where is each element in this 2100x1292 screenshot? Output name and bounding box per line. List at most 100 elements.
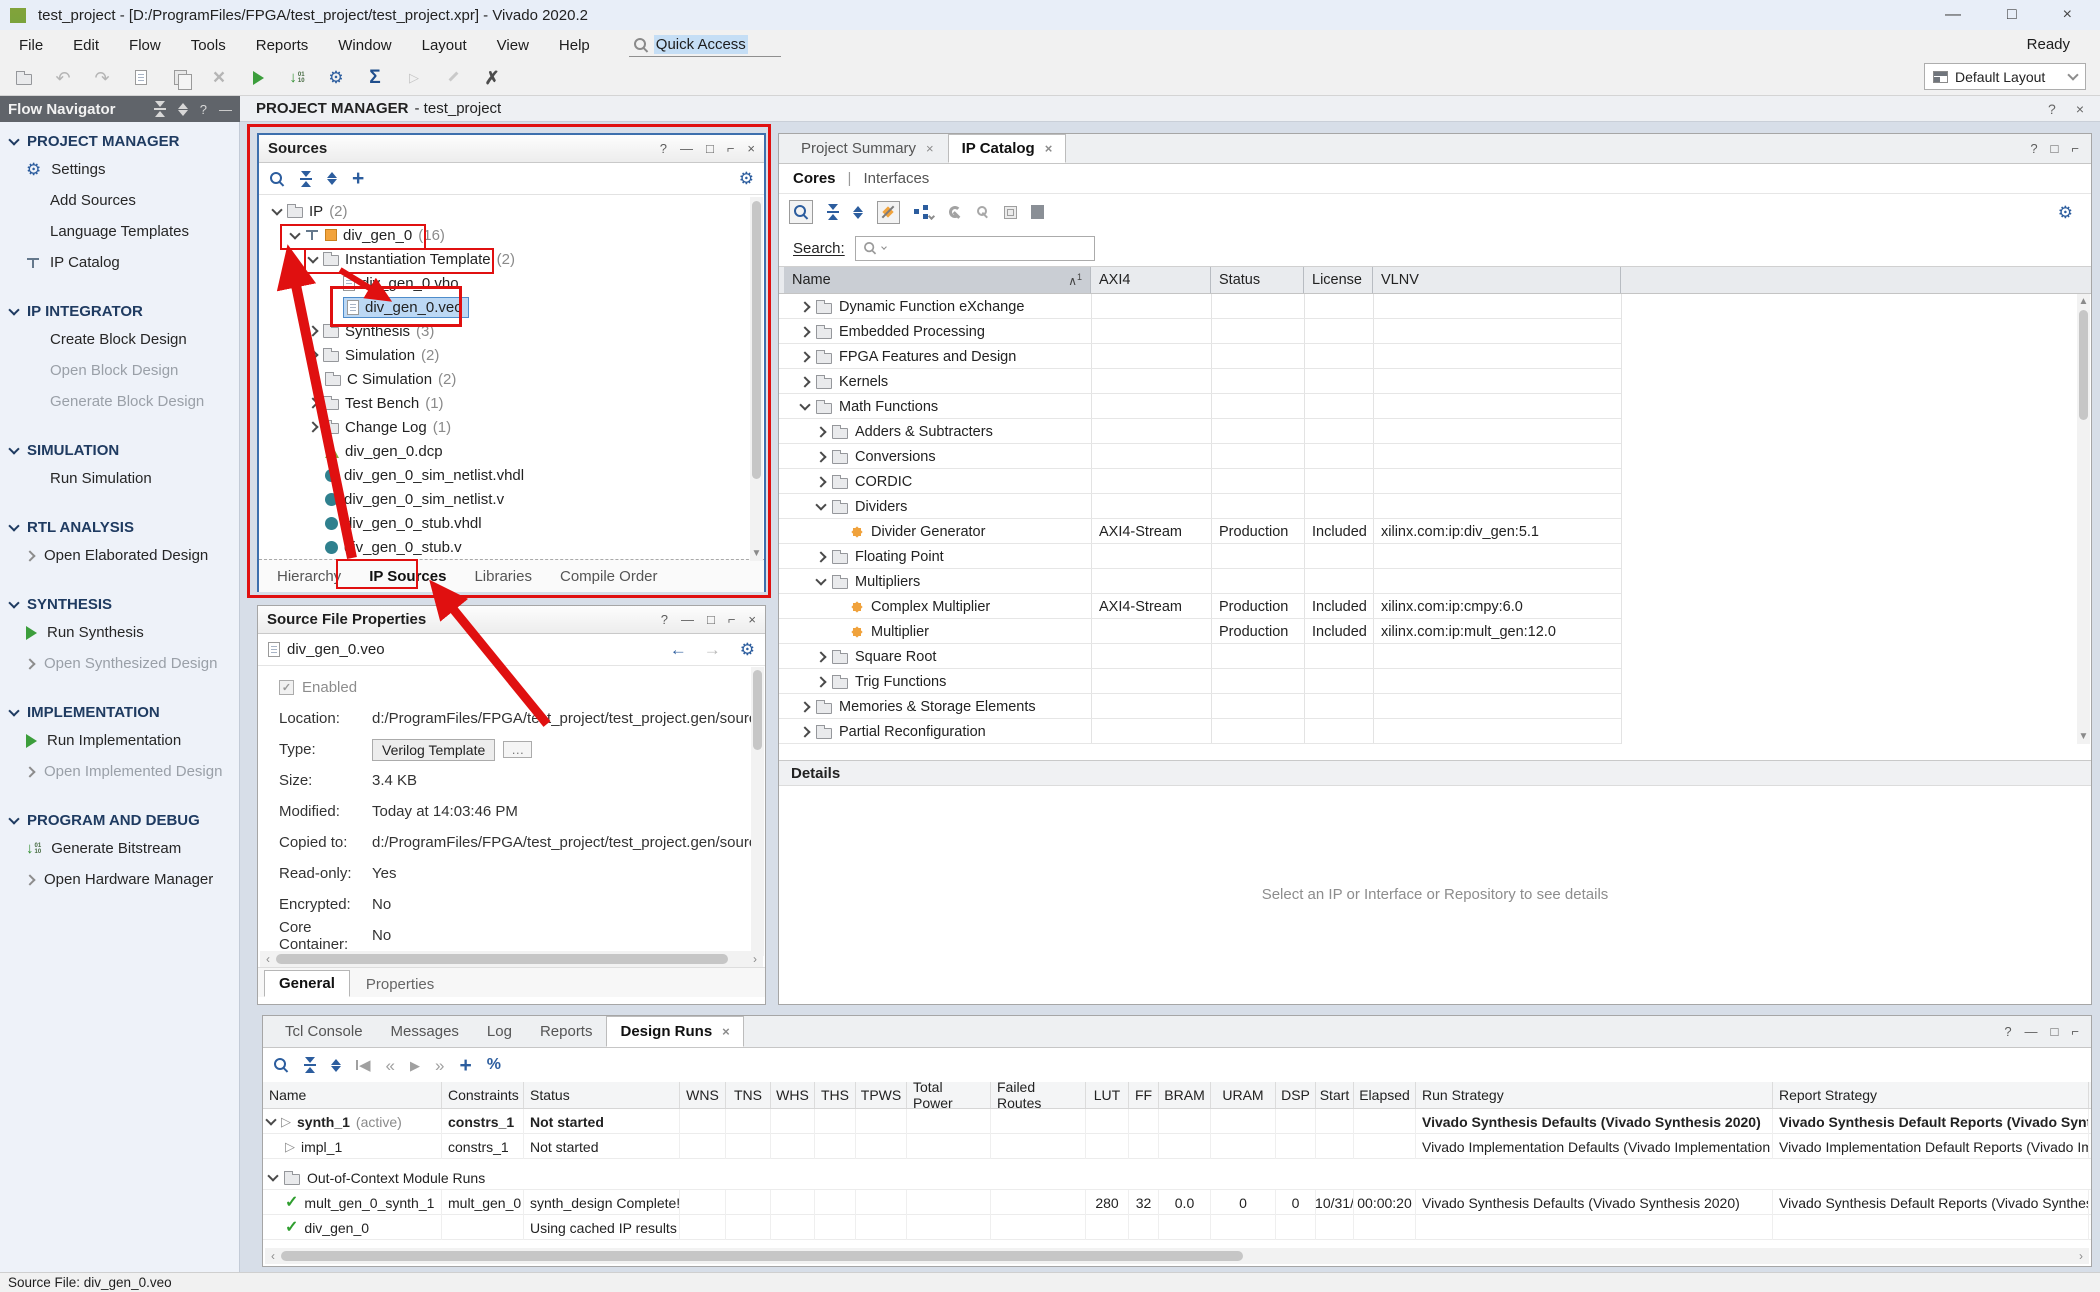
column-header-run-strategy[interactable]: Run Strategy — [1416, 1082, 1773, 1108]
sidebar-item-language-templates[interactable]: Language Templates — [0, 216, 239, 247]
column-header-vlnv[interactable]: VLNV — [1373, 267, 1621, 293]
sidebar-section-ip-integrator[interactable]: IP INTEGRATOR — [0, 298, 239, 324]
tree-item-div-gen-0-veo[interactable]: div_gen_0.veo — [259, 295, 764, 319]
expander-closed-icon[interactable] — [815, 451, 826, 462]
tree-item-div-gen-0[interactable]: div_gen_0(16) — [259, 223, 764, 247]
ip-row-memories-storage-elements[interactable]: Memories & Storage Elements — [779, 694, 2091, 719]
close-icon[interactable]: × — [2076, 101, 2084, 117]
sidebar-item-open-elaborated-design[interactable]: Open Elaborated Design — [0, 540, 239, 571]
column-header-constraints[interactable]: Constraints — [442, 1082, 524, 1108]
column-header-status[interactable]: Status — [524, 1082, 680, 1108]
collapse-all-icon[interactable] — [827, 204, 839, 220]
close-icon[interactable]: × — [747, 141, 755, 156]
menu-tools[interactable]: Tools — [176, 30, 241, 60]
first-run-icon[interactable]: ◀ — [356, 1056, 371, 1074]
maximize-icon[interactable]: □ — [2051, 1024, 2059, 1039]
percent-icon[interactable]: % — [487, 1057, 501, 1073]
column-header-lut[interactable]: LUT — [1086, 1082, 1129, 1108]
float-icon[interactable]: ⌐ — [727, 141, 735, 156]
sidebar-item-run-synthesis[interactable]: Run Synthesis — [0, 617, 239, 648]
more-options-button[interactable]: … — [503, 741, 532, 758]
column-header-name[interactable]: Name — [263, 1082, 442, 1108]
collapse-all-icon[interactable] — [300, 171, 312, 187]
column-header-ths[interactable]: THS — [815, 1082, 856, 1108]
close-icon[interactable]: × — [926, 141, 934, 156]
previous-icon[interactable]: « — [386, 1057, 395, 1074]
tree-item-div-gen-0-stub-vhdl[interactable]: div_gen_0_stub.vhdl — [259, 511, 764, 535]
float-icon[interactable]: ⌐ — [728, 612, 736, 627]
expander-closed-icon[interactable] — [24, 658, 35, 669]
sidebar-item-settings[interactable]: ⚙Settings — [0, 154, 239, 185]
ip-row-multipliers[interactable]: Multipliers — [779, 569, 2091, 594]
doc-tab-ip-catalog[interactable]: IP Catalog× — [948, 134, 1067, 163]
expander-closed-icon[interactable] — [24, 874, 35, 885]
tree-item-c-simulation[interactable]: C Simulation(2) — [259, 367, 764, 391]
add-icon[interactable]: + — [459, 1055, 471, 1076]
ip-catalog-scrollbar[interactable]: ▲ ▼ — [2077, 294, 2090, 744]
tree-item-div-gen-0-sim-netlist-vhdl[interactable]: div_gen_0_sim_netlist.vhdl — [259, 463, 764, 487]
toolbar-delete-button[interactable]: × — [209, 67, 229, 88]
next-icon[interactable]: » — [435, 1057, 444, 1074]
expander-closed-icon[interactable] — [307, 421, 318, 432]
expander-closed-icon[interactable] — [799, 726, 810, 737]
help-icon[interactable]: ? — [200, 102, 207, 117]
help-icon[interactable]: ? — [661, 612, 668, 627]
menu-edit[interactable]: Edit — [58, 30, 114, 60]
maximize-icon[interactable]: □ — [706, 141, 714, 156]
ip-row-adders-subtracters[interactable]: Adders & Subtracters — [779, 419, 2091, 444]
column-header-license[interactable]: License — [1304, 267, 1373, 293]
expander-closed-icon[interactable] — [815, 676, 826, 687]
expander-closed-icon[interactable] — [815, 651, 826, 662]
toolbar-copy-button[interactable] — [170, 70, 190, 85]
run-row-out-of-context-module-runs[interactable]: Out-of-Context Module Runs — [263, 1165, 2091, 1190]
menu-flow[interactable]: Flow — [114, 30, 176, 60]
tree-item-div-gen-0-stub-v[interactable]: div_gen_0_stub.v — [259, 535, 764, 559]
toolbar-generate-bitstream-button[interactable]: ↓0110 — [287, 69, 307, 86]
collapse-all-icon[interactable] — [154, 101, 166, 117]
gear-icon[interactable]: ⚙ — [2058, 204, 2073, 221]
toolbar-redo-button[interactable]: ↷ — [92, 69, 112, 87]
expand-all-icon[interactable] — [327, 172, 337, 185]
column-header-failed-routes[interactable]: Failed Routes — [991, 1082, 1086, 1108]
tab-general[interactable]: General — [264, 970, 350, 997]
sidebar-item-open-implemented-design[interactable]: Open Implemented Design — [0, 756, 239, 787]
tab-tcl-console[interactable]: Tcl Console — [271, 1016, 377, 1047]
view-tab-interfaces[interactable]: Interfaces — [863, 170, 929, 187]
search-icon[interactable] — [269, 171, 285, 187]
tab-messages[interactable]: Messages — [377, 1016, 473, 1047]
column-header-total-power[interactable]: Total Power — [907, 1082, 991, 1108]
run-row-div-gen-0[interactable]: ✓div_gen_0Using cached IP results — [263, 1215, 2091, 1240]
tree-item-test-bench[interactable]: Test Bench(1) — [259, 391, 764, 415]
expander-open-icon[interactable] — [8, 597, 19, 608]
layout-selector[interactable]: Default Layout — [1924, 63, 2086, 90]
expander-open-icon[interactable] — [267, 1170, 278, 1181]
close-icon[interactable]: × — [1045, 141, 1053, 156]
expander-closed-icon[interactable] — [815, 551, 826, 562]
sidebar-item-open-block-design[interactable]: Open Block Design — [0, 355, 239, 386]
expand-all-icon[interactable] — [178, 103, 188, 116]
tab-design-runs[interactable]: Design Runs× — [606, 1016, 743, 1047]
toolbar-run-report-button[interactable]: ▷ — [404, 71, 424, 84]
column-header-dsp[interactable]: DSP — [1276, 1082, 1316, 1108]
expander-closed-icon[interactable] — [799, 701, 810, 712]
sidebar-item-ip-catalog[interactable]: IP Catalog — [0, 247, 239, 278]
forward-icon[interactable]: → — [704, 641, 721, 658]
wrench-icon[interactable] — [948, 205, 962, 219]
window-close-button[interactable]: × — [2063, 6, 2072, 24]
expander-open-icon[interactable] — [799, 399, 810, 410]
play-icon[interactable]: ▶ — [410, 1059, 420, 1072]
ip-row-square-root[interactable]: Square Root — [779, 644, 2091, 669]
maximize-icon[interactable]: □ — [2051, 141, 2059, 156]
menu-file[interactable]: File — [4, 30, 58, 60]
ip-row-kernels[interactable]: Kernels — [779, 369, 2091, 394]
sidebar-section-implementation[interactable]: IMPLEMENTATION — [0, 699, 239, 725]
window-minimize-button[interactable]: — — [1945, 6, 1961, 24]
gear-icon[interactable]: ⚙ — [740, 641, 755, 658]
tree-item-div-gen-0-dcp[interactable]: div_gen_0.dcp — [259, 439, 764, 463]
window-maximize-button[interactable]: □ — [2007, 6, 2017, 24]
expander-closed-icon[interactable] — [307, 349, 318, 360]
minimize-icon[interactable]: ― — [219, 102, 232, 117]
sidebar-item-generate-block-design[interactable]: Generate Block Design — [0, 386, 239, 417]
menu-window[interactable]: Window — [323, 30, 406, 60]
ip-row-fpga-features-and-design[interactable]: FPGA Features and Design — [779, 344, 2091, 369]
